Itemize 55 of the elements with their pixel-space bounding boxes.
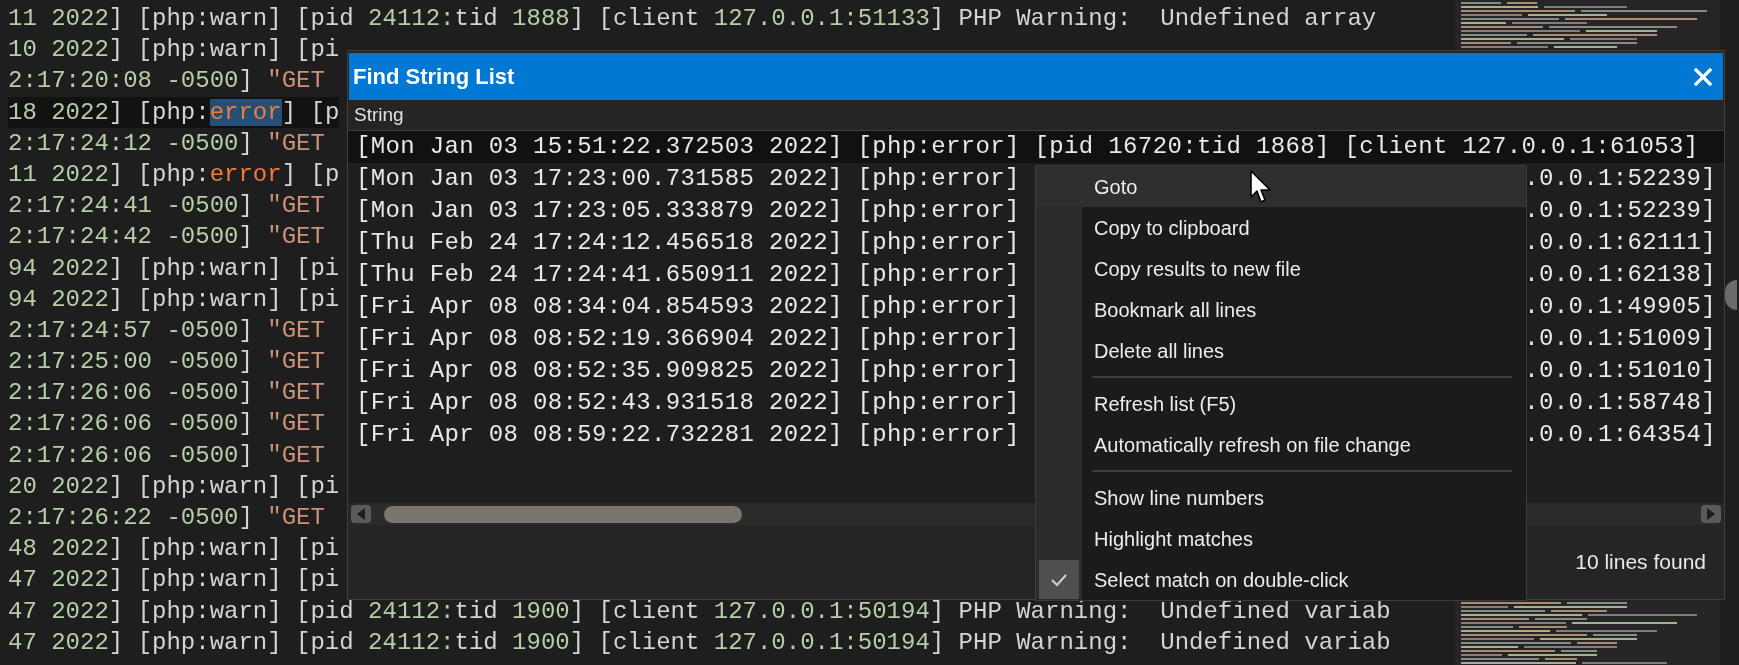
scrollbar-thumb[interactable] (384, 505, 742, 523)
menu-item[interactable]: Copy results to new file (1036, 248, 1526, 289)
code-line: 94 2022] [php:warn] [pi (8, 253, 340, 284)
code-line: 2:17:24:41 -0500] "GET (8, 191, 325, 222)
menu-item[interactable]: Show line numbers (1036, 477, 1526, 518)
code-line: 11 2022] [php:warn] [pid 24112:tid 1888] [client 127.0.0.1:51133] PHP Warning: Undefined array (8, 4, 1377, 34)
code-line: 2:17:26:06 -0500] "GET (8, 440, 325, 471)
result-text: .0.0.1:52239] (1524, 196, 1716, 226)
result-text: .0.0.1:58748] (1524, 388, 1716, 418)
result-text[interactable]: [Fri Apr 08 08:52:43.931518 2022] [php:error] (356, 387, 1020, 419)
window-title: Find String List (353, 63, 515, 91)
result-text[interactable]: [Thu Feb 24 17:24:12.456518 2022] [php:error] (356, 227, 1020, 259)
result-text[interactable]: [Fri Apr 08 08:59:22.732281 2022] [php:error] (356, 419, 1020, 451)
column-header[interactable]: String (354, 100, 404, 130)
code-line: 2:17:26:06 -0500] "GET (8, 378, 325, 409)
result-text[interactable]: [Fri Apr 08 08:52:35.909825 2022] [php:error] (356, 355, 1020, 387)
result-text: .0.0.1:49905] (1524, 292, 1716, 322)
close-icon[interactable] (1693, 66, 1713, 87)
scroll-left-icon[interactable] (350, 504, 372, 524)
status-text: 10 lines found (1575, 549, 1706, 576)
code-line: 2:17:24:12 -0500] "GET (8, 128, 325, 159)
menu-item[interactable]: Copy to clipboard (1036, 207, 1526, 248)
code-line: 11 2022] [php:error] [p (8, 159, 340, 190)
result-text: .0.0.1:51010] (1524, 356, 1716, 386)
code-line: 10 2022] [php:warn] [pi (8, 35, 340, 66)
code-line: 48 2022] [php:warn] [pi (8, 534, 340, 565)
menu-item[interactable]: Highlight matches (1036, 518, 1526, 559)
result-text[interactable]: [Mon Jan 03 17:23:00.731585 2022] [php:error] (356, 163, 1020, 195)
result-text[interactable]: [Fri Apr 08 08:52:19.366904 2022] [php:error] (356, 323, 1020, 355)
result-text: .0.0.1:64354] (1524, 420, 1716, 450)
cursor-icon (1250, 170, 1272, 204)
result-text[interactable]: [Thu Feb 24 17:24:41.650911 2022] [php:error] (356, 259, 1020, 291)
code-line: 47 2022] [php:warn] [pid 24112:tid 1900] [client 127.0.0.1:50194] PHP Warning: Undefined variab (8, 627, 1391, 658)
result-text: .0.0.1:62111] (1524, 228, 1716, 258)
result-text[interactable]: [Mon Jan 03 17:23:05.333879 2022] [php:error] (356, 195, 1020, 227)
result-text: .0.0.1:52239] (1524, 164, 1716, 194)
code-line: 2:17:26:06 -0500] "GET (8, 409, 325, 440)
code-line: 94 2022] [php:warn] [pi (8, 284, 340, 315)
scrollbar-thumb[interactable] (1725, 280, 1737, 310)
code-line: 20 2022] [php:warn] [pi (8, 471, 340, 502)
menu-item[interactable]: Automatically refresh on file change (1036, 424, 1526, 465)
menu-item[interactable]: Bookmark all lines (1036, 289, 1526, 330)
code-line: 2:17:26:22 -0500] "GET (8, 503, 325, 533)
code-line: 2:17:24:42 -0500] "GET (8, 222, 325, 253)
result-text: .0.0.1:51009] (1524, 324, 1716, 354)
menu-item[interactable]: Goto (1036, 166, 1526, 207)
result-text: .0.0.1:62138] (1524, 260, 1716, 290)
code-line: 2:17:25:00 -0500] "GET (8, 347, 325, 378)
menu-item[interactable]: Refresh list (F5) (1036, 383, 1526, 424)
menu-item[interactable]: Delete all lines (1036, 330, 1526, 371)
code-line: 2:17:20:08 -0500] "GET (8, 66, 325, 97)
scroll-right-icon[interactable] (1700, 504, 1722, 524)
code-line: 47 2022] [php:warn] [pi (8, 565, 340, 596)
code-line: 2:17:24:57 -0500] "GET (8, 315, 325, 346)
result-text[interactable]: [Fri Apr 08 08:34:04.854593 2022] [php:error] (356, 291, 1020, 323)
